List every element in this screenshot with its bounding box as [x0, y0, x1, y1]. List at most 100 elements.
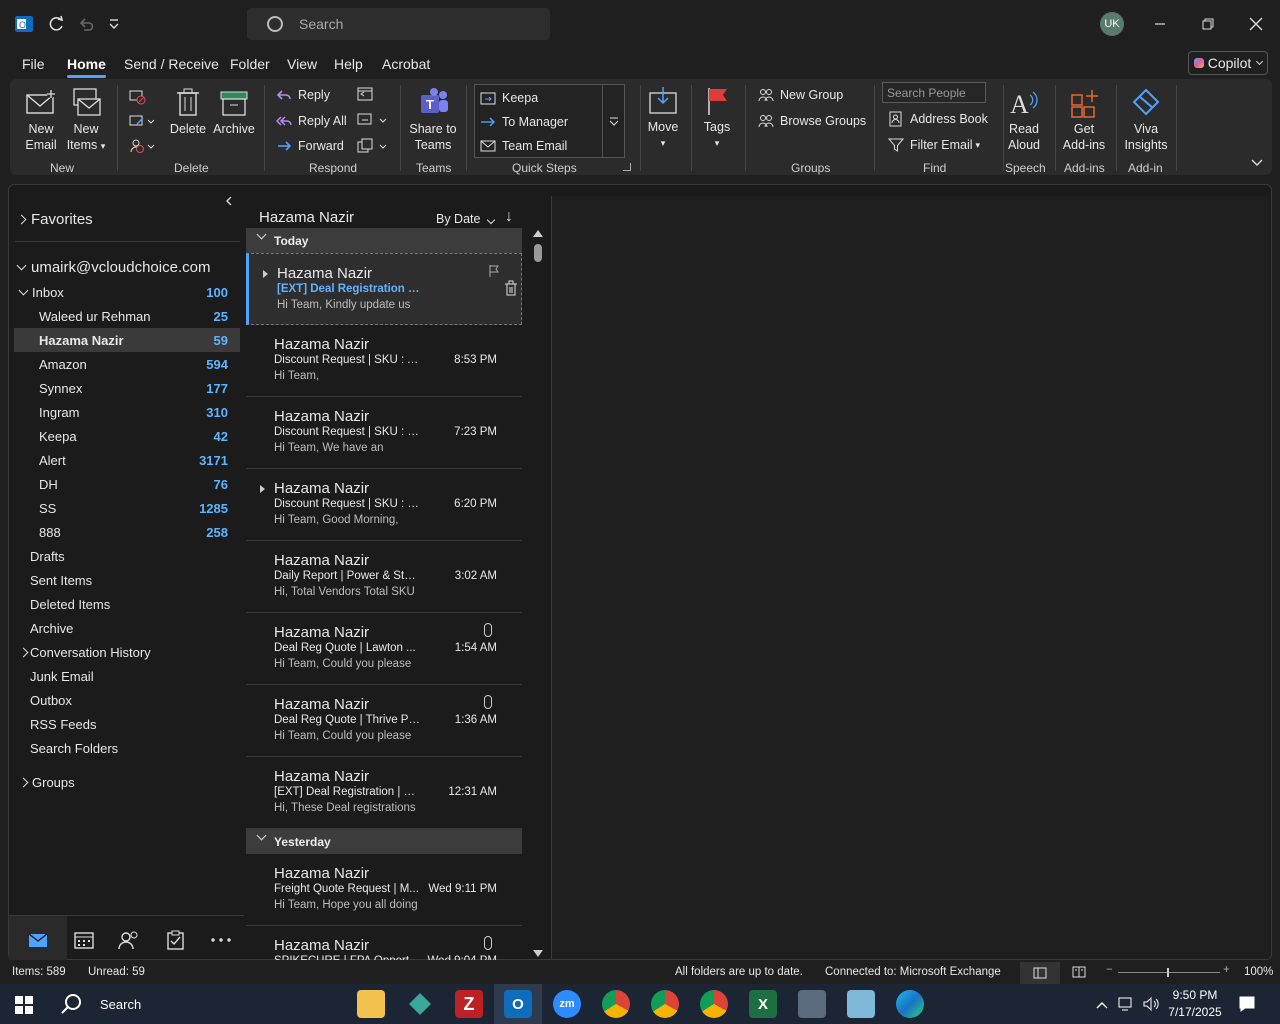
message-item[interactable]: Hazama Nazir Deal Reg Quote | Lawton ... H…: [246, 613, 522, 685]
message-item[interactable]: Hazama Nazir [EXT] Deal Registration Re..…: [246, 253, 522, 325]
volume-icon[interactable]: [1142, 996, 1160, 1012]
reply-all-button[interactable]: Reply All: [275, 113, 347, 129]
folder-subfolder[interactable]: DH 76: [14, 472, 240, 496]
zoom-slider[interactable]: [1118, 968, 1220, 977]
minimize-icon[interactable]: [1146, 10, 1174, 38]
menu-acrobat[interactable]: Acrobat: [382, 56, 430, 72]
new-group-button[interactable]: New Group: [758, 87, 843, 103]
favorites-header[interactable]: Favorites: [9, 207, 240, 231]
zoom-in-icon[interactable]: +: [1223, 964, 1230, 976]
menu-send-receive[interactable]: Send / Receive: [124, 56, 219, 72]
chrome-icon-3[interactable]: [700, 990, 728, 1018]
ignore-icon[interactable]: [128, 87, 146, 105]
folder-item[interactable]: Archive: [9, 616, 240, 640]
taskbar-search[interactable]: Search: [60, 992, 180, 1016]
excel-icon[interactable]: X: [749, 990, 777, 1018]
zoom-level[interactable]: 100%: [1244, 966, 1273, 978]
get-addins-button[interactable]: Get Add-ins: [1060, 87, 1108, 153]
viva-insights-button[interactable]: Viva Insights: [1122, 87, 1170, 153]
search-box[interactable]: Search: [247, 8, 550, 40]
message-item[interactable]: Hazama Nazir Daily Report | Power & Stor.…: [246, 541, 522, 613]
scroll-up-icon[interactable]: [533, 230, 543, 237]
folder-subfolder[interactable]: Keepa 42: [14, 424, 240, 448]
zoom-out-icon[interactable]: −: [1106, 964, 1113, 976]
junk-icon[interactable]: [128, 137, 158, 155]
zoom-app-icon[interactable]: zm: [553, 990, 581, 1018]
app-diamond-icon[interactable]: [406, 990, 434, 1018]
message-item[interactable]: Hazama Nazir Freight Quote Request | M...…: [246, 854, 522, 926]
notifications-icon[interactable]: [1238, 995, 1256, 1013]
folder-subfolder[interactable]: Amazon 594: [14, 352, 240, 376]
folder-item[interactable]: Junk Email: [9, 664, 240, 688]
new-items-button[interactable]: New Items ▾: [66, 87, 106, 154]
folder-item[interactable]: Drafts: [9, 544, 240, 568]
scroll-down-icon[interactable]: [533, 950, 543, 957]
more-respond-icon[interactable]: [356, 137, 388, 155]
sort-dropdown[interactable]: By Date: [436, 212, 496, 226]
folder-subfolder[interactable]: SS 1285: [14, 496, 240, 520]
folder-inbox[interactable]: Inbox 100: [9, 280, 240, 304]
customize-qat-icon[interactable]: [102, 12, 126, 36]
folder-item[interactable]: Deleted Items: [9, 592, 240, 616]
quick-steps-expand-icon[interactable]: [602, 85, 624, 157]
menu-file[interactable]: File: [22, 56, 45, 72]
reading-view-icon[interactable]: [1072, 966, 1086, 980]
folder-subfolder[interactable]: Synnex 177: [14, 376, 240, 400]
folder-subfolder[interactable]: Ingram 310: [14, 400, 240, 424]
folder-item[interactable]: Sent Items: [9, 568, 240, 592]
im-reply-icon[interactable]: [356, 111, 388, 129]
browse-groups-button[interactable]: Browse Groups: [758, 113, 866, 129]
message-item[interactable]: Hazama Nazir Discount Request | SKU : B..…: [246, 397, 522, 469]
avatar[interactable]: UK: [1100, 12, 1124, 36]
mail-icon[interactable]: [27, 930, 49, 950]
archive-button[interactable]: Archive: [212, 87, 256, 137]
menu-home[interactable]: Home: [67, 56, 106, 78]
flag-icon[interactable]: [487, 264, 501, 281]
tasks-icon[interactable]: [165, 930, 187, 950]
normal-view-icon[interactable]: [1020, 962, 1060, 984]
forward-button[interactable]: Forward: [276, 138, 344, 154]
reply-button[interactable]: Reply: [276, 87, 330, 103]
address-book-button[interactable]: Address Book: [888, 111, 988, 127]
copilot-button[interactable]: Copilot: [1188, 51, 1268, 75]
group-header-today[interactable]: Today: [246, 228, 522, 253]
dialog-launcher-icon[interactable]: [623, 163, 631, 171]
share-to-teams-button[interactable]: T Share to Teams: [408, 87, 458, 153]
tray-chevron-icon[interactable]: [1096, 998, 1108, 1009]
sort-direction-icon[interactable]: ↓: [505, 208, 513, 226]
filezilla-icon[interactable]: Z: [455, 990, 483, 1018]
cleanup-icon[interactable]: [128, 112, 158, 130]
expand-conversation-icon[interactable]: [260, 485, 265, 493]
new-email-button[interactable]: New Email: [24, 87, 58, 153]
file-explorer-icon[interactable]: [357, 990, 385, 1018]
zoom-thumb[interactable]: [1167, 968, 1169, 977]
menu-help[interactable]: Help: [334, 56, 363, 72]
message-item[interactable]: Hazama Nazir Deal Reg Quote | Thrive Pet.…: [246, 685, 522, 757]
sync-icon[interactable]: [44, 12, 68, 36]
scroll-thumb[interactable]: [534, 244, 542, 262]
quick-step-keepa[interactable]: Keepa: [480, 90, 538, 106]
expand-conversation-icon[interactable]: [263, 270, 268, 278]
notes-icon[interactable]: [847, 990, 875, 1018]
network-icon[interactable]: [1118, 996, 1134, 1012]
folder-subfolder[interactable]: Waleed ur Rehman 25: [14, 304, 240, 328]
chrome-icon-2[interactable]: [651, 990, 679, 1018]
quick-step-team-email[interactable]: Team Email: [480, 138, 567, 154]
message-item[interactable]: Hazama NazirSPIKECURE | FPA Opportunity.…: [246, 926, 522, 960]
outlook-taskbar-icon[interactable]: O: [504, 990, 532, 1018]
message-item[interactable]: Hazama Nazir [EXT] Deal Registration | M.…: [246, 757, 522, 829]
groups-header[interactable]: Groups: [9, 770, 240, 794]
people-module-icon[interactable]: [118, 930, 140, 950]
ribbon-collapse-icon[interactable]: [1250, 157, 1264, 169]
more-apps-icon[interactable]: [209, 930, 231, 950]
move-button[interactable]: Move ▾: [646, 85, 680, 151]
calculator-icon[interactable]: [798, 990, 826, 1018]
tags-button[interactable]: Tags ▾: [700, 85, 734, 151]
close-icon[interactable]: [1242, 10, 1270, 38]
message-item[interactable]: Hazama Nazir Discount Request | SKU : S..…: [246, 469, 522, 541]
chrome-icon[interactable]: [602, 990, 630, 1018]
undo-icon[interactable]: [74, 12, 98, 36]
folder-item[interactable]: Search Folders: [9, 736, 240, 760]
folder-subfolder[interactable]: Alert 3171: [14, 448, 240, 472]
menu-view[interactable]: View: [287, 56, 317, 72]
